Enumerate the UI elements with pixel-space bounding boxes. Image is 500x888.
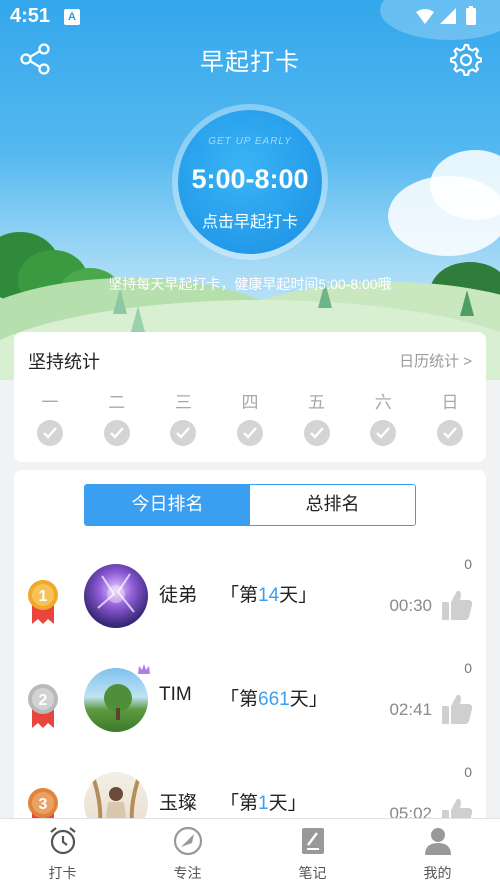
stats-card: 坚持统计 日历统计 > 一 二 三 四 五 六 日 <box>14 332 486 462</box>
check-icon <box>370 420 397 446</box>
rank-number: 3 <box>39 796 48 813</box>
day-sat: 六 <box>353 388 413 451</box>
avatar-art <box>97 573 135 613</box>
streak-days: 「第1天」 <box>220 788 307 815</box>
like-count: 0 <box>464 556 472 572</box>
day-label: 六 <box>374 393 392 412</box>
user-name: 玉璨 <box>159 793 198 814</box>
gear-icon <box>449 43 483 77</box>
streak-prefix: 「第 <box>220 585 259 606</box>
checkin-time: 00:30 <box>389 596 432 615</box>
nav-item-notes[interactable]: 笔记 <box>250 819 375 888</box>
like-count: 0 <box>464 660 472 676</box>
nav-item-profile[interactable]: 我的 <box>375 819 500 888</box>
person-icon <box>424 828 451 855</box>
check-icon <box>37 420 63 446</box>
user-name: 徒弟 <box>159 585 198 606</box>
streak-days: 「第661天」 <box>220 684 328 711</box>
check-icon <box>103 420 130 446</box>
tab-today-ranking[interactable]: 今日排名 <box>85 485 250 525</box>
ranking-card: 今日排名 总排名 1 徒弟 「第14天」 0 00:30 2 TIM 「第661… <box>14 470 486 830</box>
bottom-nav: 打卡 专注 笔记 我的 <box>0 818 500 888</box>
nav-label: 我的 <box>423 865 452 881</box>
checkin-time-range: 5:00-8:00 <box>191 164 309 194</box>
nav-item-checkin[interactable]: 打卡 <box>0 819 125 888</box>
notebook-icon <box>301 828 324 854</box>
nav-label: 专注 <box>173 865 202 881</box>
calendar-stats-link[interactable]: 日历统计 > <box>399 350 472 371</box>
streak-number: 14 <box>258 585 280 606</box>
day-label: 四 <box>241 393 259 412</box>
day-fri: 五 <box>287 388 347 451</box>
stats-title: 坚持统计 <box>28 352 100 372</box>
ranking-tabs: 今日排名 总排名 <box>84 484 416 526</box>
page-title: 早起打卡 <box>200 49 300 76</box>
streak-prefix: 「第 <box>220 793 259 814</box>
rank-number: 1 <box>39 588 48 605</box>
rank-number: 2 <box>39 692 48 709</box>
settings-button[interactable] <box>448 42 483 77</box>
nav-label: 笔记 <box>298 865 327 881</box>
day-tue: 二 <box>87 388 147 451</box>
ranking-row[interactable]: 1 徒弟 「第14天」 0 00:30 <box>14 552 486 656</box>
checkin-time: 02:41 <box>389 700 432 719</box>
day-mon: 一 <box>20 388 80 451</box>
tab-total-ranking[interactable]: 总排名 <box>250 485 415 525</box>
streak-number: 661 <box>258 689 290 710</box>
focus-icon <box>173 826 202 856</box>
day-wed: 三 <box>153 388 213 451</box>
day-label: 三 <box>174 393 192 412</box>
streak-suffix: 天」 <box>279 585 318 606</box>
check-icon <box>236 420 263 446</box>
silver-medal-icon: 2 <box>28 684 58 728</box>
user-name: TIM <box>159 684 192 705</box>
gold-medal-icon: 1 <box>28 580 58 624</box>
nav-label: 打卡 <box>48 865 77 881</box>
streak-prefix: 「第 <box>220 689 259 710</box>
day-label: 一 <box>41 393 59 412</box>
avatar[interactable] <box>84 564 148 628</box>
day-thu: 四 <box>220 388 280 451</box>
streak-suffix: 天」 <box>268 793 307 814</box>
signal-battery-icon <box>416 6 476 25</box>
like-count: 0 <box>464 764 472 780</box>
thumbs-up-icon[interactable] <box>440 588 474 622</box>
status-icons <box>414 6 486 33</box>
thumbs-up-icon[interactable] <box>440 692 474 726</box>
check-icon <box>170 420 197 446</box>
streak-days: 「第14天」 <box>220 580 317 607</box>
status-bar: 4:51 A <box>0 0 500 34</box>
ranking-row[interactable]: 2 TIM 「第661天」 0 02:41 <box>14 656 486 760</box>
get-up-early-tag: GET UP EARLY <box>208 136 292 147</box>
pine-tree <box>131 306 145 332</box>
day-label: 五 <box>308 393 326 412</box>
check-icon <box>303 420 330 446</box>
day-label: 日 <box>441 393 459 412</box>
check-icon <box>436 420 463 446</box>
nav-item-focus[interactable]: 专注 <box>125 819 250 888</box>
notification-icon: A <box>64 9 80 25</box>
alarm-clock-icon <box>49 827 76 855</box>
week-checkins: 一 二 三 四 五 六 日 <box>20 388 480 451</box>
status-time: 4:51 <box>10 5 51 27</box>
streak-number: 1 <box>258 793 269 814</box>
day-sun: 日 <box>420 388 480 451</box>
day-label: 二 <box>108 393 126 412</box>
checkin-action-label: 点击早起打卡 <box>201 214 298 231</box>
crown-icon <box>138 664 150 674</box>
checkin-button[interactable]: GET UP EARLY 5:00-8:00 点击早起打卡 <box>178 110 322 254</box>
streak-suffix: 天」 <box>289 689 328 710</box>
checkin-tip: 坚持每天早起打卡，健康早起时间5:00-8:00哦 <box>108 276 392 292</box>
